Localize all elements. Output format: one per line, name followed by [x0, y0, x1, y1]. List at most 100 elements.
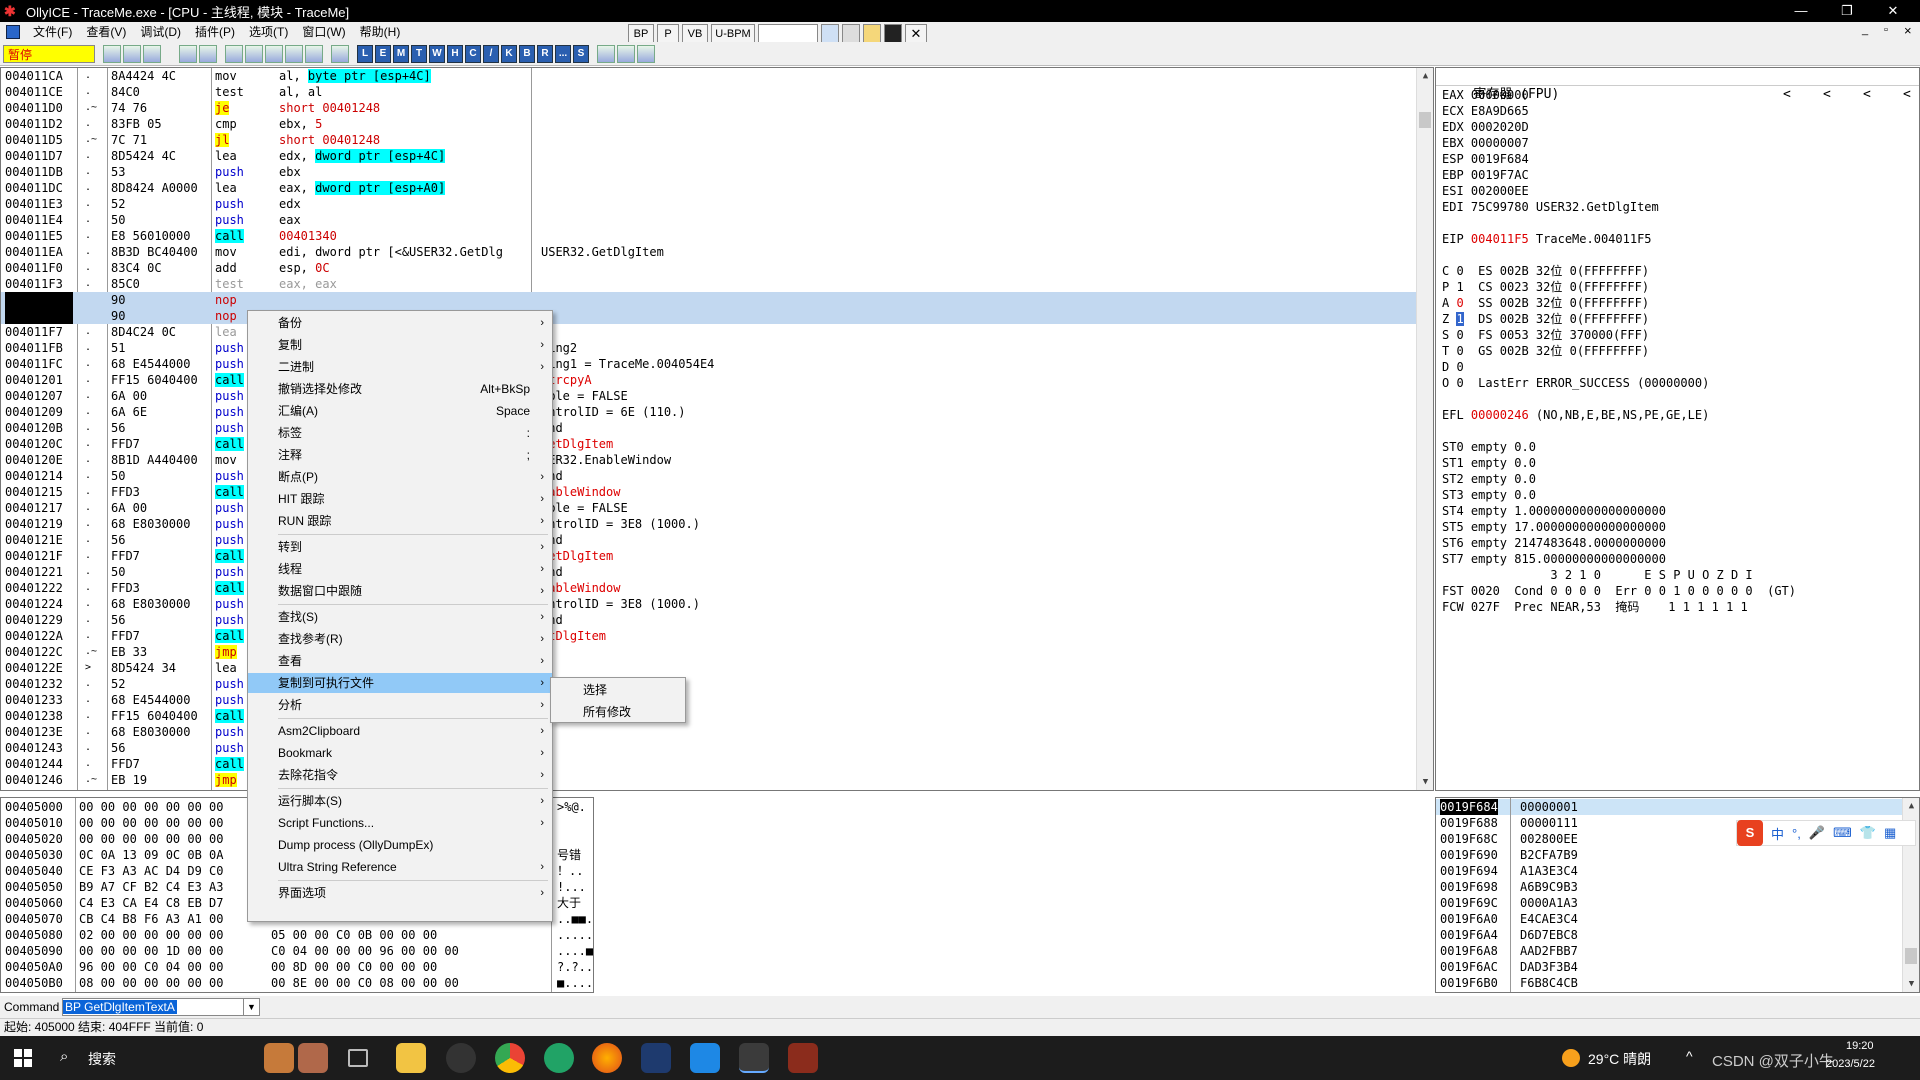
- disassembly-scrollbar[interactable]: ▲ ▼: [1416, 68, 1433, 790]
- notepad-icon[interactable]: [842, 24, 860, 44]
- disassembly-row[interactable]: 004011DB. 53 push ebx: [1, 164, 1416, 180]
- context-menu-item[interactable]: Bookmark ›: [248, 743, 552, 763]
- log-window-button[interactable]: L: [357, 44, 373, 63]
- disassembly-row[interactable]: 00401229.56pushWnd: [1, 612, 1416, 628]
- register-row[interactable]: ST3 empty 0.0: [1436, 487, 1919, 503]
- dump-row[interactable]: 00405080 02 00 00 00 00 00 00 05 00 00 C0 …: [1, 927, 593, 943]
- disassembly-row[interactable]: 004011E4. 50 push eax: [1, 212, 1416, 228]
- register-row[interactable]: 3 2 1 0 E S P U O Z D I: [1436, 567, 1919, 583]
- appearance-icon[interactable]: [617, 44, 635, 63]
- context-menu-item[interactable]: RUN 跟踪 ›: [248, 511, 552, 531]
- disassembly-panel[interactable]: 004011CA. 8A4424 4C mov al, byte ptr [esp+4…: [0, 67, 1434, 791]
- scroll-down-icon[interactable]: ▼: [1903, 976, 1919, 992]
- disassembly-row[interactable]: 00401233.68 E4544000push004054E4: [1, 692, 1416, 708]
- sogou-logo-icon[interactable]: S: [1737, 820, 1763, 846]
- scroll-up-icon[interactable]: ▲: [1903, 798, 1919, 814]
- bp-button[interactable]: BP: [628, 24, 654, 44]
- register-row[interactable]: EIP 004011F5 TraceMe.004011F5: [1436, 231, 1919, 247]
- registers-panel[interactable]: 寄存器 (FPU) <<<<< EAX 00000000ECX E8A9D665…: [1435, 67, 1920, 791]
- clock-date[interactable]: 2023/5/22: [1826, 1058, 1875, 1070]
- task-view-icon[interactable]: [348, 1049, 368, 1067]
- menu-file[interactable]: 文件(F): [26, 22, 79, 42]
- register-row[interactable]: D 0: [1436, 359, 1919, 375]
- scroll-down-icon[interactable]: ▼: [1417, 774, 1433, 790]
- context-menu-item[interactable]: 标签:: [248, 423, 552, 443]
- disassembly-row[interactable]: 004011CE. 84C0 test al, al: [1, 84, 1416, 100]
- ubpm-button[interactable]: U-BPM: [711, 24, 755, 44]
- disassembly-row[interactable]: 004011E5. E8 56010000 call 00401340: [1, 228, 1416, 244]
- ime-menu-icon[interactable]: ▦: [1884, 825, 1896, 841]
- ime-keyboard-icon[interactable]: ⌨: [1833, 825, 1852, 841]
- options-list-icon[interactable]: [597, 44, 615, 63]
- register-row[interactable]: ST5 empty 17.000000000000000000: [1436, 519, 1919, 535]
- run-icon[interactable]: [179, 44, 197, 63]
- disassembly-row[interactable]: 004011D0 .~ 74 76 je short 00401248: [1, 100, 1416, 116]
- register-row[interactable]: [1436, 423, 1919, 439]
- register-row[interactable]: ST6 empty 2147483648.0000000000: [1436, 535, 1919, 551]
- context-menu-item[interactable]: 去除花指令 ›: [248, 765, 552, 785]
- context-menu-item[interactable]: 注释;: [248, 445, 552, 465]
- disassembly-row[interactable]: 00401217. 6A 00 push able = FALSE: [1, 500, 1416, 516]
- windows-window-button[interactable]: W: [429, 44, 445, 63]
- scroll-up-icon[interactable]: ▲: [1417, 68, 1433, 84]
- disassembly-row[interactable]: 004011F3. 85C0 test eax, eax: [1, 276, 1416, 292]
- disassembly-row[interactable]: 0040120B.56pushWnd: [1, 420, 1416, 436]
- stack-row[interactable]: 0019F6AC DAD3F3B4: [1436, 959, 1902, 975]
- help-icon[interactable]: [637, 44, 655, 63]
- dump-row[interactable]: 004050A0 96 00 00 C0 04 00 00 00 8D 00 00 …: [1, 959, 593, 975]
- stack-row[interactable]: 0019F69C 0000A1A3: [1436, 895, 1902, 911]
- context-menu-item[interactable]: 数据窗口中跟随 ›: [248, 581, 552, 601]
- context-menu-item[interactable]: 查找参考(R) ›: [248, 629, 552, 649]
- windows-start-icon[interactable]: [14, 1049, 32, 1067]
- tray-expand-icon[interactable]: ^: [1686, 1048, 1693, 1064]
- context-menu-item[interactable]: HIT 跟踪 ›: [248, 489, 552, 509]
- maximize-button[interactable]: ❐: [1824, 0, 1870, 22]
- disassembly-row[interactable]: 00401201. FF15 6040400 call strcpyA: [1, 372, 1416, 388]
- disassembly-row[interactable]: 004011EA. 8B3D BC40400 mov edi, dword ptr […: [1, 244, 1416, 260]
- register-row[interactable]: C 0 ES 002B 32位 0(FFFFFFFF): [1436, 263, 1919, 279]
- trace-over-icon[interactable]: [285, 44, 303, 63]
- context-menu-item[interactable]: Script Functions... ›: [248, 813, 552, 833]
- disassembly-row[interactable]: 004011FB. 51 push ring2: [1, 340, 1416, 356]
- context-menu-item[interactable]: 查看 ›: [248, 651, 552, 671]
- ime-toolbar[interactable]: S 中 °, 🎤 ⌨ 👕 ▦: [1736, 820, 1916, 846]
- register-row[interactable]: [1436, 215, 1919, 231]
- disassembly-row[interactable]: 004011F7. 8D4C24 0C lea: [1, 324, 1416, 340]
- stack-row[interactable]: 0019F6B0 F6B8C4CB: [1436, 975, 1902, 991]
- register-row[interactable]: A 0 SS 002B 32位 0(FFFFFFFF): [1436, 295, 1919, 311]
- context-menu-item[interactable]: 分析 ›: [248, 695, 552, 715]
- disassembly-row[interactable]: 004011D2. 83FB 05 cmp ebx, 5: [1, 116, 1416, 132]
- patches-window-button[interactable]: /: [483, 44, 499, 63]
- context-menu-item[interactable]: Asm2Clipboard ›: [248, 721, 552, 741]
- register-row[interactable]: ESP 0019F684: [1436, 151, 1919, 167]
- taskbar-search[interactable]: 搜索: [88, 1049, 116, 1069]
- disassembly-row[interactable]: 00401246 .~ EB 19 jmp: [1, 772, 1416, 788]
- app-c-icon[interactable]: [446, 1043, 476, 1073]
- app-arrow-icon[interactable]: [690, 1043, 720, 1073]
- disassembly-row[interactable]: 00401209. 6A 6E push ontrolID = 6E (110.): [1, 404, 1416, 420]
- disassembly-row[interactable]: 0040122A. FFD7 call etDlgItem: [1, 628, 1416, 644]
- mdi-restore-button[interactable]: ▫: [1884, 24, 1888, 36]
- ime-skin-icon[interactable]: 👕: [1860, 825, 1876, 841]
- context-menu-item[interactable]: 备份 ›: [248, 313, 552, 333]
- dump-row[interactable]: 004050B0 08 00 00 00 00 00 00 00 8E 00 00 …: [1, 975, 593, 991]
- disassembly-row[interactable]: 00401215. FFD3 call nableWindow: [1, 484, 1416, 500]
- firefox-icon[interactable]: [592, 1043, 622, 1073]
- register-row[interactable]: FCW 027F Prec NEAR,53 掩码 1 1 1 1 1 1: [1436, 599, 1919, 615]
- close-button[interactable]: ✕: [1870, 0, 1916, 22]
- step-into-icon[interactable]: [225, 44, 243, 63]
- menu-plugins[interactable]: 插件(P): [188, 22, 242, 42]
- register-row[interactable]: P 1 CS 0023 32位 0(FFFFFFFF): [1436, 279, 1919, 295]
- app-dev-icon[interactable]: [641, 1043, 671, 1073]
- search-icon[interactable]: ⌕: [60, 1048, 68, 1065]
- disassembly-row[interactable]: 0040120E. 8B1D A440400 mov SER32.EnableWind…: [1, 452, 1416, 468]
- register-row[interactable]: EBP 0019F7AC: [1436, 167, 1919, 183]
- register-row[interactable]: EBX 00000007: [1436, 135, 1919, 151]
- disassembly-row[interactable]: 004011F5 90 nop: [1, 292, 1416, 308]
- cmd-icon[interactable]: [884, 24, 902, 44]
- register-row[interactable]: ST0 empty 0.0: [1436, 439, 1919, 455]
- disassembly-row[interactable]: 004011DC. 8D8424 A0000 lea eax, dword ptr […: [1, 180, 1416, 196]
- register-row[interactable]: EDI 75C99780 USER32.GetDlgItem: [1436, 199, 1919, 215]
- context-menu-item[interactable]: 汇编(A) Space: [248, 401, 552, 421]
- cpu-window-button[interactable]: C: [465, 44, 481, 63]
